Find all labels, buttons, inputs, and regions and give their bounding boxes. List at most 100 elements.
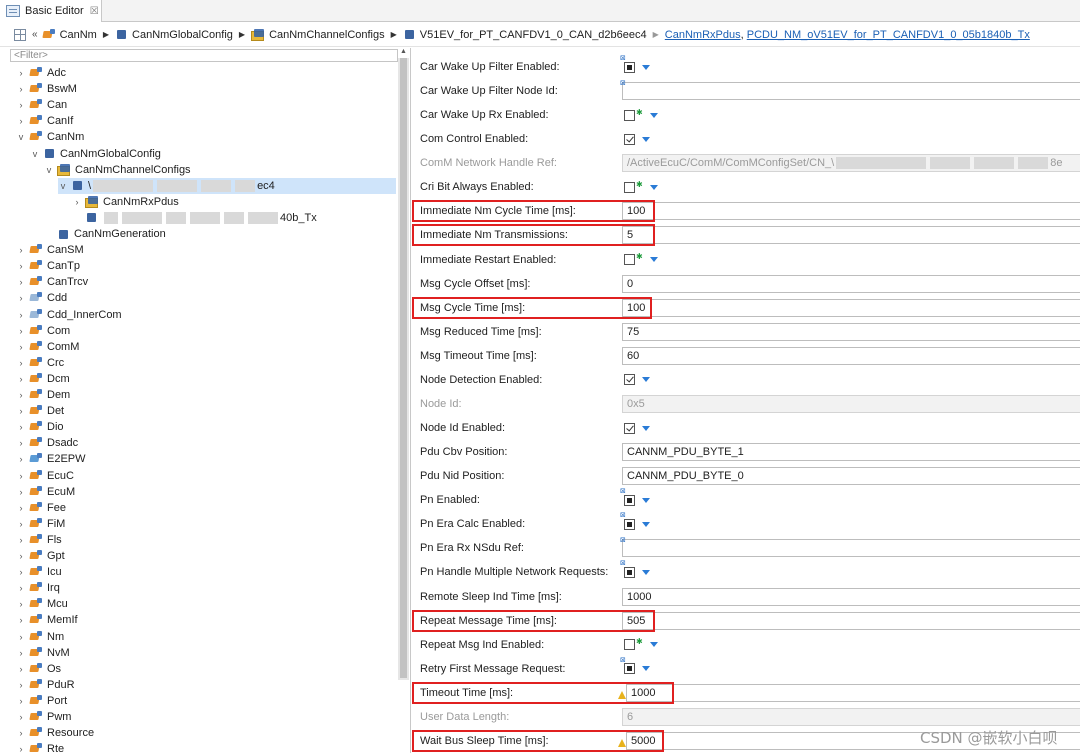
expand-icon[interactable]: › [16, 516, 26, 532]
dropdown-arrow-icon[interactable] [642, 64, 650, 70]
checkbox[interactable] [624, 374, 635, 386]
close-icon[interactable]: ☒ [90, 6, 99, 17]
checkbox[interactable] [624, 639, 635, 651]
tree-item[interactable]: › NvM [16, 645, 70, 661]
tree-item[interactable]: › EcuM [16, 484, 75, 500]
tree-item[interactable]: › Cdd_InnerCom [16, 307, 122, 323]
property-value-field[interactable]: CANNM_PDU_BYTE_1 [622, 443, 1080, 462]
expand-icon[interactable]: › [16, 612, 26, 628]
tree-item[interactable]: › MemIf [16, 612, 78, 628]
expand-icon[interactable]: › [16, 339, 26, 355]
breadcrumb-link-txpdu[interactable]: PCDU_NM_oV51EV_for_PT_CANFDV1_0_05b1840b… [747, 29, 1030, 41]
tree-item[interactable]: › Adc [16, 65, 66, 81]
dropdown-arrow-icon[interactable] [649, 112, 658, 118]
tree-item[interactable]: › Crc [16, 355, 64, 371]
dropdown-arrow-icon[interactable] [642, 136, 650, 142]
expand-icon[interactable]: › [16, 451, 26, 467]
tree-item[interactable]: › ComM [16, 339, 79, 355]
tree-item[interactable]: › Can [16, 97, 67, 113]
expand-icon[interactable]: › [16, 709, 26, 725]
breadcrumb-separator-icon[interactable]: ▶ [653, 30, 659, 39]
expand-icon[interactable]: › [16, 435, 26, 451]
dropdown-arrow-icon[interactable] [642, 425, 650, 431]
expand-icon[interactable]: › [16, 419, 26, 435]
property-checkbox-control[interactable]: ✱ [622, 179, 658, 195]
back-arrows-icon[interactable]: « [32, 29, 38, 40]
dropdown-arrow-icon[interactable] [642, 666, 650, 672]
expand-icon[interactable]: › [16, 242, 26, 258]
expand-icon[interactable]: › [16, 81, 26, 97]
property-value-field[interactable]: 75 [622, 322, 1080, 341]
tree-item[interactable]: › Cdd [16, 290, 67, 306]
dropdown-arrow-icon[interactable] [642, 569, 650, 575]
expand-icon[interactable]: › [16, 548, 26, 564]
checkbox[interactable] [624, 181, 635, 193]
tree-item[interactable]: v CanNm [16, 129, 84, 145]
tree-item[interactable]: › CanTp [16, 258, 80, 274]
tree-item[interactable]: › Rte [16, 741, 64, 753]
expand-icon[interactable]: › [16, 113, 26, 129]
tree-item[interactable]: v CanNmGlobalConfig [30, 146, 161, 162]
checkbox[interactable] [624, 663, 635, 675]
breadcrumb-item[interactable]: V51EV_for_PT_CANFDV1_0_CAN_d2b6eec4 [403, 29, 647, 41]
tree-item[interactable]: CanNmGeneration [44, 226, 166, 242]
scroll-up-icon[interactable]: ▲ [398, 48, 409, 58]
breadcrumb-item[interactable]: CanNmChannelConfigs [251, 29, 385, 41]
tree-item[interactable]: › Det [16, 403, 64, 419]
tree-item[interactable]: › Pwm [16, 709, 71, 725]
expand-icon[interactable]: › [16, 596, 26, 612]
tree-item[interactable]: › CanTrcv [16, 274, 88, 290]
breadcrumb-item[interactable]: CanNmGlobalConfig [115, 29, 233, 41]
property-value-field[interactable] [622, 539, 1080, 558]
expand-open-icon[interactable]: v [44, 162, 54, 178]
expand-open-icon[interactable]: v [30, 146, 40, 162]
tree-item[interactable]: v \ ec4 [58, 177, 396, 194]
property-checkbox-control[interactable]: ✱ [622, 107, 658, 123]
expand-icon[interactable]: › [16, 290, 26, 306]
breadcrumb-separator-icon[interactable]: ▶ [103, 30, 109, 39]
expand-icon[interactable]: › [16, 580, 26, 596]
tree-scrollbar[interactable] [398, 58, 409, 680]
tree-item[interactable]: › Mcu [16, 596, 68, 612]
tree-item[interactable]: › Fls [16, 532, 62, 548]
property-checkbox-control[interactable] [622, 372, 650, 388]
expand-icon[interactable]: › [16, 65, 26, 81]
expand-icon[interactable]: › [16, 532, 26, 548]
property-value-field[interactable]: 1000 [626, 683, 1080, 702]
tree-item[interactable]: › EcuC [16, 468, 74, 484]
property-value-field[interactable]: 100 [622, 298, 1080, 317]
tree-item[interactable]: › Dio [16, 419, 64, 435]
property-checkbox-control[interactable]: ⊠ [620, 657, 650, 677]
expand-icon[interactable]: › [16, 323, 26, 339]
dropdown-arrow-icon[interactable] [642, 521, 650, 527]
property-value-field[interactable]: 1000 [622, 587, 1080, 606]
tree-item[interactable]: › Irq [16, 580, 60, 596]
tree-item[interactable]: › Dcm [16, 371, 70, 387]
expand-icon[interactable]: › [16, 677, 26, 693]
property-checkbox-control[interactable]: ✱ [622, 637, 658, 653]
expand-icon[interactable]: › [16, 693, 26, 709]
tree-item[interactable]: › Dem [16, 387, 70, 403]
property-checkbox-control[interactable]: ⊠ [620, 560, 650, 580]
checkbox[interactable] [624, 61, 635, 73]
expand-icon[interactable]: › [16, 468, 26, 484]
breadcrumb-link-rxpdus[interactable]: CanNmRxPdus [665, 29, 741, 41]
tree-item[interactable]: › Nm [16, 629, 64, 645]
expand-icon[interactable]: › [16, 258, 26, 274]
expand-icon[interactable]: › [16, 403, 26, 419]
expand-open-icon[interactable]: v [16, 129, 26, 145]
tree-item[interactable]: › Dsadc [16, 435, 78, 451]
property-checkbox-control[interactable]: ⊠ [620, 488, 650, 508]
expand-icon[interactable]: › [16, 629, 26, 645]
dropdown-arrow-icon[interactable] [649, 184, 658, 190]
property-value-field[interactable]: 100 [622, 202, 1080, 221]
breadcrumb-separator-icon[interactable]: ▶ [239, 30, 245, 39]
tree-item[interactable]: › PduR [16, 677, 75, 693]
checkbox[interactable] [624, 133, 635, 145]
property-value-field[interactable] [622, 82, 1080, 101]
tree-item[interactable]: › Port [16, 693, 67, 709]
tree-item[interactable]: › E2EPW [16, 451, 86, 467]
tree-item[interactable]: 40b_Tx [72, 210, 317, 226]
property-value-field[interactable]: 60 [622, 346, 1080, 365]
tree-item[interactable]: › Fee [16, 500, 66, 516]
